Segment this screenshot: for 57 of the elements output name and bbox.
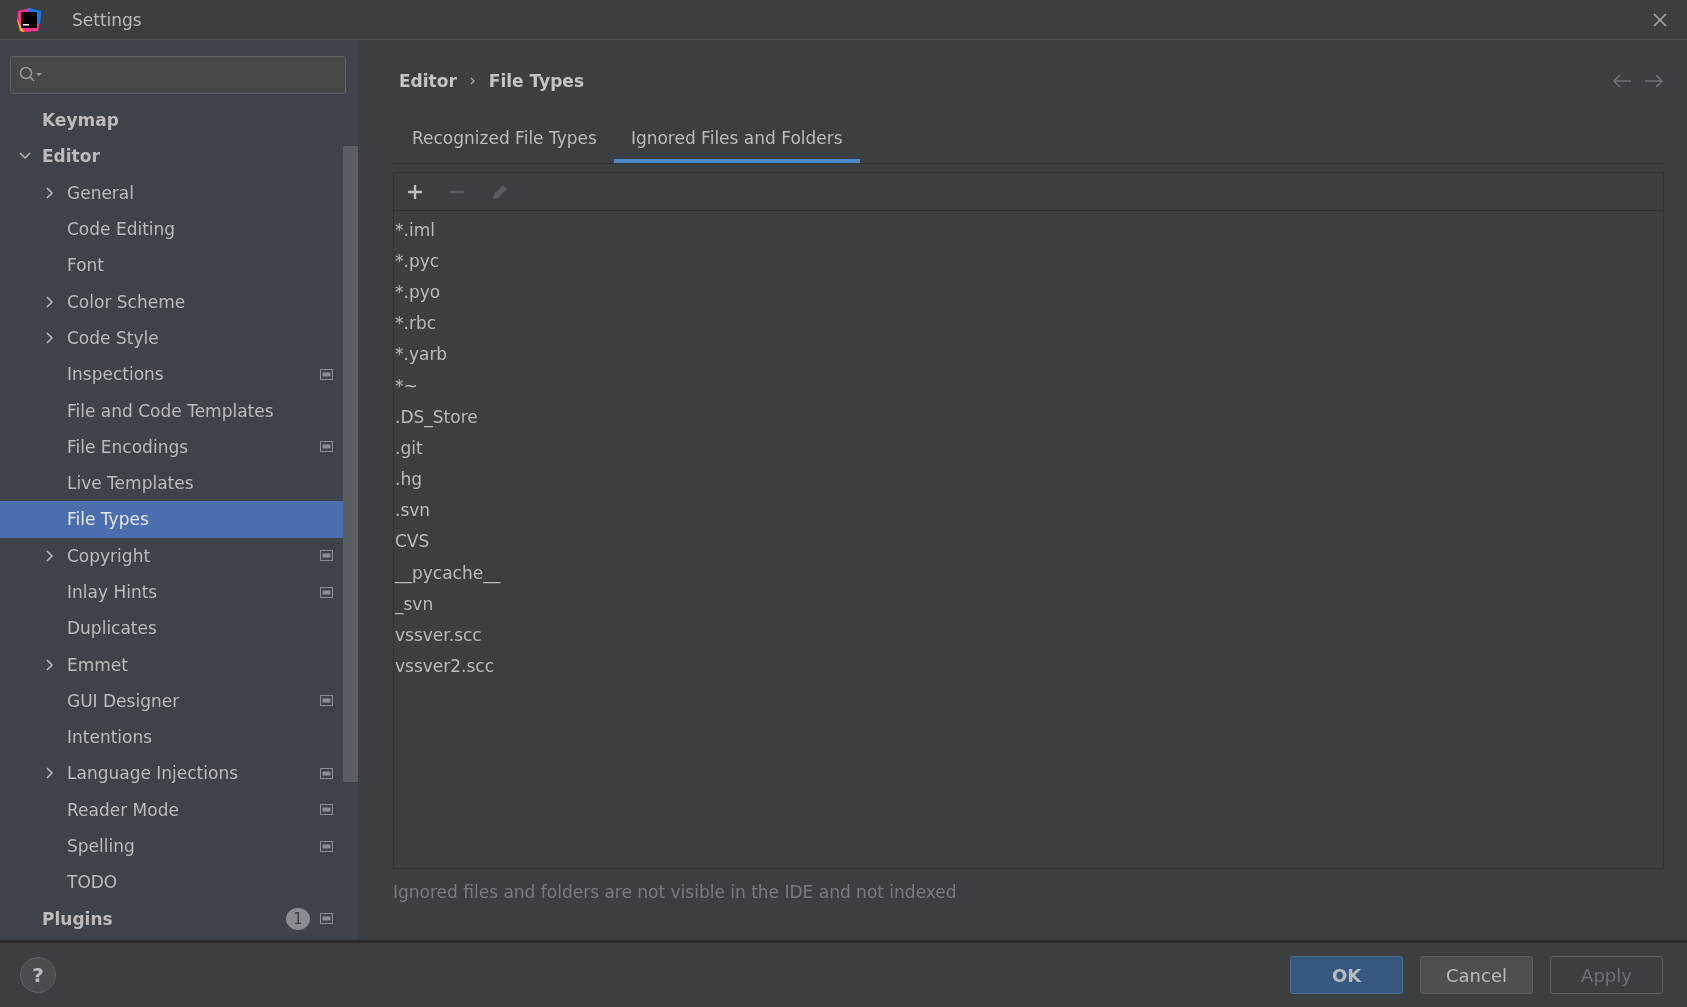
dialog-button[interactable]: Cancel xyxy=(1420,956,1533,994)
sidebar-item[interactable]: Reader Mode xyxy=(0,791,343,828)
sidebar-item[interactable]: Editor xyxy=(0,138,343,175)
list-item[interactable]: vssver.scc xyxy=(394,619,482,651)
list-item[interactable]: *.yarb xyxy=(394,338,448,370)
ok-button[interactable]: OK xyxy=(1290,956,1403,994)
sidebar-item[interactable]: GUI Designer xyxy=(0,682,343,720)
sidebar-item[interactable]: Plugins 1 xyxy=(0,900,343,937)
sidebar-item[interactable]: Spelling xyxy=(0,827,343,865)
scrollbar-thumb[interactable] xyxy=(343,146,358,782)
sidebar-item[interactable]: Font xyxy=(0,247,343,284)
list-item[interactable]: .DS_Store xyxy=(394,401,478,433)
help-button[interactable]: ? xyxy=(20,957,56,993)
sidebar-item[interactable]: Intentions xyxy=(0,719,343,756)
sidebar-item[interactable]: File Types xyxy=(0,501,343,538)
list-item[interactable]: *.pyc xyxy=(394,245,440,277)
sidebar-item[interactable]: Color Scheme xyxy=(0,283,343,320)
hint-text: Ignored files and folders are not visible in the IDE and not indexed xyxy=(392,882,958,902)
list-item[interactable]: *.pyo xyxy=(394,276,441,308)
list-item[interactable]: *.iml xyxy=(394,214,435,246)
list-item[interactable]: CVS xyxy=(394,525,430,558)
sidebar-item[interactable]: Emmet xyxy=(0,646,343,683)
list-item[interactable]: *~ xyxy=(394,369,418,402)
forward-arrow-icon[interactable] xyxy=(1644,74,1664,88)
sidebar-item[interactable]: Code Editing xyxy=(0,210,343,248)
back-arrow-icon[interactable] xyxy=(1612,74,1632,88)
add-icon[interactable] xyxy=(406,182,424,201)
search-icon xyxy=(19,66,43,84)
list-item[interactable]: _svn xyxy=(394,588,434,620)
sidebar-item[interactable]: Language Injections xyxy=(0,755,343,792)
sidebar-item[interactable]: Duplicates xyxy=(0,610,343,647)
tab[interactable]: Ignored Files and Folders xyxy=(613,116,860,163)
sidebar-item[interactable]: General xyxy=(0,174,343,211)
close-icon[interactable] xyxy=(1653,12,1667,27)
sidebar-item[interactable]: Inlay Hints xyxy=(0,573,343,611)
sidebar-item[interactable]: Inspections xyxy=(0,356,343,393)
count-badge: 1 xyxy=(286,907,310,930)
tab[interactable]: Recognized File Types xyxy=(395,116,614,163)
sidebar-item[interactable]: File Encodings xyxy=(0,428,343,465)
chevron-icon xyxy=(468,76,477,86)
sidebar-item[interactable]: Copyright xyxy=(0,537,343,574)
sidebar-item[interactable]: TODO xyxy=(0,864,343,901)
sidebar-item[interactable]: Live Templates xyxy=(0,464,343,502)
list-item[interactable]: .hg xyxy=(394,463,422,495)
sidebar-item[interactable]: File and Code Templates xyxy=(0,392,343,429)
list-item[interactable]: .svn xyxy=(394,494,431,526)
list-item[interactable]: *.rbc xyxy=(394,307,437,339)
list-item[interactable]: vssver2.scc xyxy=(394,650,495,682)
sidebar-item[interactable]: Code Style xyxy=(0,319,343,357)
app-logo-icon xyxy=(16,6,42,33)
sidebar-item[interactable]: Keymap xyxy=(0,102,343,139)
list-item[interactable]: .git xyxy=(394,432,423,464)
breadcrumb-item: File Types xyxy=(488,71,584,91)
list-item[interactable]: __pycache__ xyxy=(394,557,501,589)
breadcrumb-item: Editor xyxy=(399,71,457,91)
window-title: Settings xyxy=(72,9,143,30)
search-field[interactable] xyxy=(10,56,346,94)
